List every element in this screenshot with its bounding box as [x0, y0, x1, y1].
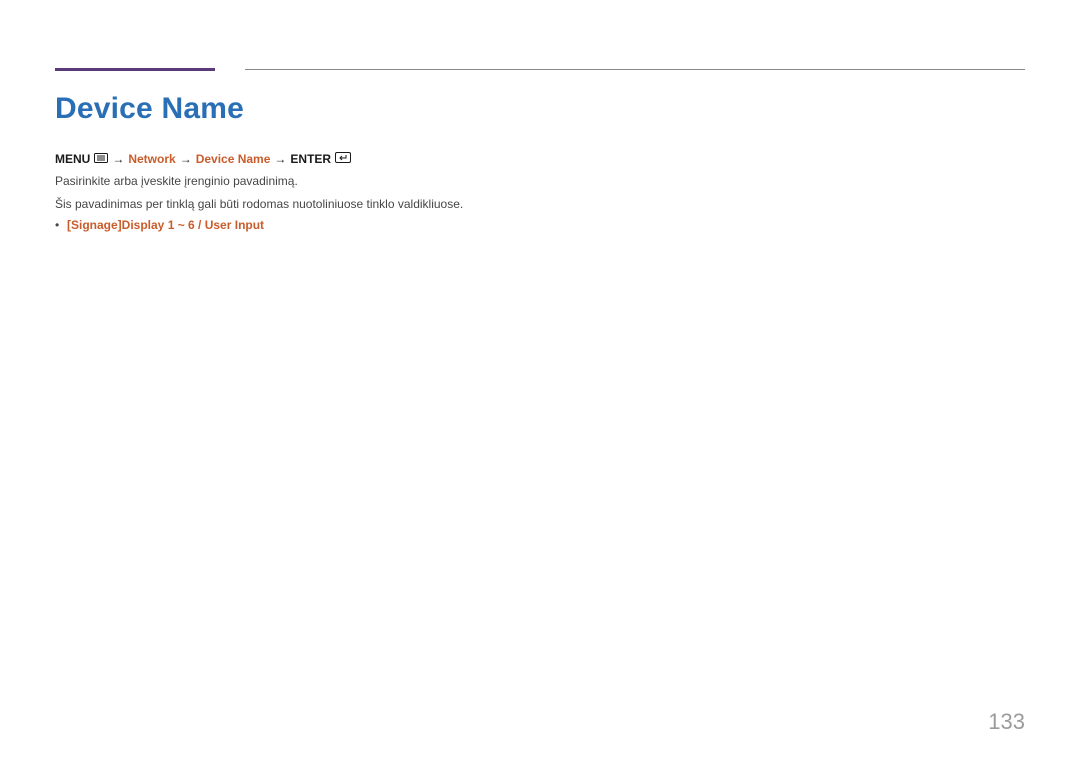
header-thin-rule	[245, 69, 1025, 70]
header-rule	[55, 68, 1025, 70]
header-accent-bar	[55, 68, 215, 71]
path-arrow-1: →	[112, 152, 124, 166]
page-title: Device Name	[55, 92, 1025, 126]
path-seg-devicename: Device Name	[196, 152, 271, 166]
path-seg-network: Network	[128, 152, 175, 166]
body-line-2: Šis pavadinimas per tinklą gali būti rod…	[55, 195, 1025, 214]
menu-icon	[94, 152, 108, 166]
body-line-1: Pasirinkite arba įveskite įrenginio pava…	[55, 172, 1025, 191]
enter-icon	[335, 152, 351, 166]
page-number: 133	[988, 709, 1025, 735]
option-bullet: [Signage]Display 1 ~ 6 / User Input	[55, 218, 1025, 232]
menu-label: MENU	[55, 152, 90, 166]
path-arrow-2: →	[180, 152, 192, 166]
menu-path: MENU → Network → Device Name → ENTER	[55, 152, 1025, 166]
enter-label: ENTER	[290, 152, 331, 166]
path-arrow-3: →	[274, 152, 286, 166]
